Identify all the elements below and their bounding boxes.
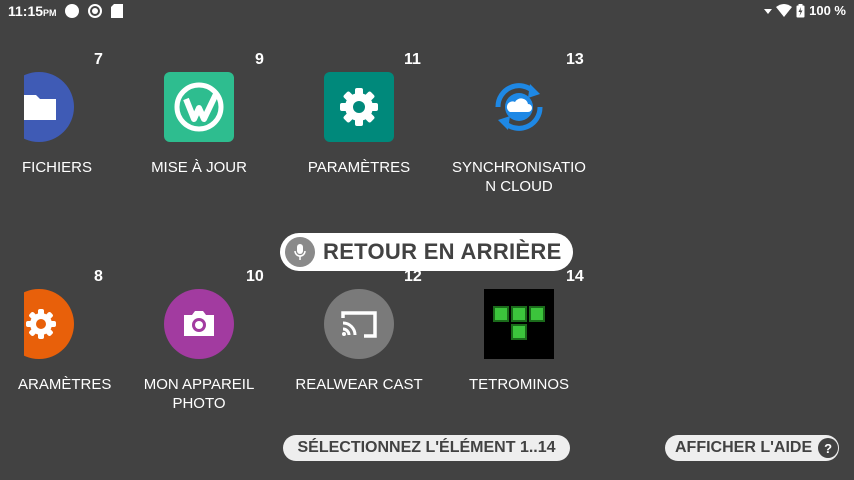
- cloud-sync-icon: [484, 72, 554, 142]
- show-help-pill[interactable]: AFFICHER L'AIDE ?: [665, 435, 839, 461]
- app-label: REALWEAR CAST: [295, 376, 423, 393]
- app-label: FICHIERS: [22, 159, 93, 176]
- app-label-line2: N CLOUD: [485, 178, 553, 195]
- update-w-icon: [164, 72, 234, 142]
- app-label: ARAMÈTRES: [18, 376, 112, 393]
- gear-icon: [324, 72, 394, 142]
- folder-icon: [24, 72, 74, 142]
- app-label-line2: PHOTO: [172, 395, 226, 412]
- app-number: 14: [566, 268, 584, 285]
- app-number: 9: [255, 51, 264, 68]
- app-label: PARAMÈTRES: [307, 159, 411, 176]
- help-icon: ?: [818, 438, 839, 458]
- app-label: MISE À JOUR: [151, 159, 247, 176]
- battery-level: 100 %: [809, 3, 846, 18]
- app-number: 7: [94, 51, 103, 68]
- status-bar: 11:15PM 100 %: [0, 0, 854, 24]
- app-label: TETROMINOS: [469, 376, 569, 393]
- clock: 11:15PM: [8, 3, 57, 19]
- app-number: 11: [404, 51, 421, 68]
- app-number: 10: [246, 268, 264, 285]
- app-label-line1: MON APPAREIL: [143, 376, 255, 393]
- gear-icon: [24, 289, 74, 359]
- retour-command-pill[interactable]: RETOUR EN ARRIÈRE: [280, 233, 573, 271]
- select-item-label: SÉLECTIONNEZ L'ÉLÉMENT 1..14: [297, 439, 556, 456]
- cast-icon: [324, 289, 394, 359]
- camera-icon: [164, 289, 234, 359]
- sync-status-icon: [87, 3, 103, 19]
- app-label-line1: SYNCHRONISATIO: [452, 159, 586, 176]
- microphone-icon: [285, 237, 315, 267]
- sd-card-icon: [110, 4, 123, 18]
- battery-icon: [796, 3, 805, 18]
- app-number: 13: [566, 51, 584, 68]
- tetromino-icon: [484, 289, 554, 359]
- notification-dot-icon: [64, 4, 79, 18]
- show-help-label: AFFICHER L'AIDE: [675, 439, 813, 456]
- wifi-icon: [776, 3, 793, 18]
- app-number: 8: [94, 268, 103, 285]
- app-number: 12: [404, 268, 422, 285]
- signal-icon: [764, 7, 773, 15]
- select-item-pill[interactable]: SÉLECTIONNEZ L'ÉLÉMENT 1..14: [283, 435, 570, 461]
- status-right: 100 %: [764, 3, 846, 18]
- retour-label: RETOUR EN ARRIÈRE: [323, 239, 562, 264]
- status-left: 11:15PM: [8, 3, 123, 19]
